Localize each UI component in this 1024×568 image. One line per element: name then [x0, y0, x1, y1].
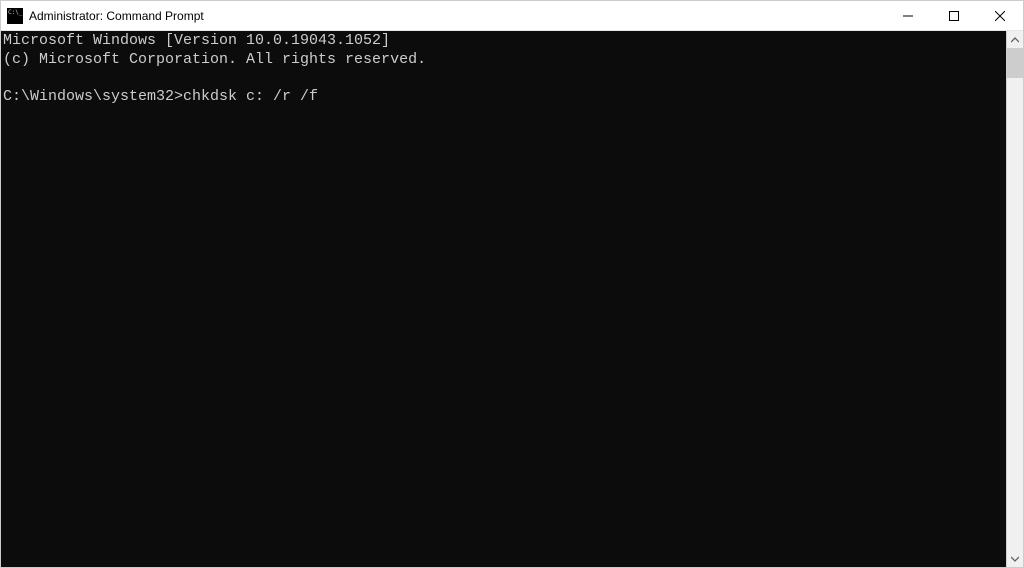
window-title: Administrator: Command Prompt	[29, 9, 885, 23]
chevron-down-icon	[1011, 555, 1019, 563]
scroll-up-button[interactable]	[1007, 31, 1023, 48]
titlebar[interactable]: Administrator: Command Prompt	[1, 1, 1023, 31]
vertical-scrollbar[interactable]	[1006, 31, 1023, 567]
minimize-icon	[903, 11, 913, 21]
minimize-button[interactable]	[885, 1, 931, 30]
scroll-track[interactable]	[1007, 48, 1023, 550]
cmd-icon	[7, 8, 23, 24]
terminal-output[interactable]: Microsoft Windows [Version 10.0.19043.10…	[1, 31, 1006, 567]
terminal-area: Microsoft Windows [Version 10.0.19043.10…	[1, 31, 1023, 567]
chevron-up-icon	[1011, 36, 1019, 44]
maximize-button[interactable]	[931, 1, 977, 30]
prompt: C:\Windows\system32>	[3, 88, 183, 105]
scroll-down-button[interactable]	[1007, 550, 1023, 567]
close-button[interactable]	[977, 1, 1023, 30]
output-line: (c) Microsoft Corporation. All rights re…	[3, 51, 426, 68]
maximize-icon	[949, 11, 959, 21]
command-prompt-window: Administrator: Command Prompt Microsoft …	[0, 0, 1024, 568]
output-line: Microsoft Windows [Version 10.0.19043.10…	[3, 32, 390, 49]
close-icon	[995, 11, 1005, 21]
window-controls	[885, 1, 1023, 30]
scroll-thumb[interactable]	[1007, 48, 1023, 78]
command-input[interactable]: chkdsk c: /r /f	[183, 88, 318, 105]
